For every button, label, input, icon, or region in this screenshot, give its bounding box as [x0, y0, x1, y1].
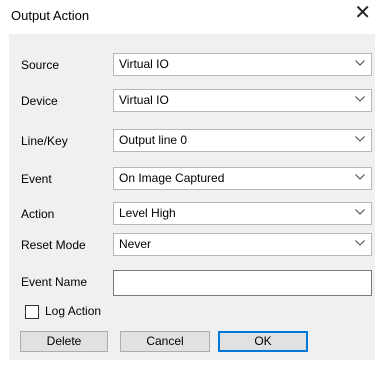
chevron-down-icon — [355, 209, 365, 215]
form-panel: Source Virtual IO Device Virtual IO Line… — [9, 34, 375, 360]
chevron-down-icon — [355, 240, 365, 246]
cancel-button[interactable]: Cancel — [120, 331, 210, 352]
chevron-down-icon — [355, 96, 365, 102]
row-device: Device Virtual IO — [9, 89, 375, 112]
delete-button[interactable]: Delete — [20, 331, 108, 352]
row-reset-mode: Reset Mode Never — [9, 233, 375, 256]
title-bar: Output Action ✕ — [0, 0, 383, 32]
event-name-input[interactable] — [113, 270, 372, 296]
action-select[interactable]: Level High — [113, 202, 372, 225]
row-source: Source Virtual IO — [9, 53, 375, 76]
log-action-checkbox[interactable] — [25, 305, 39, 319]
line-key-value: Output line 0 — [119, 133, 188, 147]
source-select[interactable]: Virtual IO — [113, 53, 372, 76]
output-action-dialog: Output Action ✕ Source Virtual IO Device… — [0, 0, 383, 368]
row-action: Action Level High — [9, 202, 375, 225]
row-event: Event On Image Captured — [9, 167, 375, 190]
chevron-down-icon — [355, 174, 365, 180]
event-label: Event — [21, 172, 52, 186]
source-label: Source — [21, 58, 60, 72]
chevron-down-icon — [355, 136, 365, 142]
log-action-label: Log Action — [45, 304, 102, 318]
event-value: On Image Captured — [119, 171, 225, 185]
line-key-select[interactable]: Output line 0 — [113, 129, 372, 152]
chevron-down-icon — [355, 60, 365, 66]
device-label: Device — [21, 94, 58, 108]
device-select[interactable]: Virtual IO — [113, 89, 372, 112]
close-icon[interactable]: ✕ — [354, 3, 371, 23]
line-key-label: Line/Key — [21, 134, 68, 148]
source-value: Virtual IO — [119, 57, 169, 71]
event-name-label: Event Name — [21, 275, 88, 289]
log-action-option[interactable]: Log Action — [25, 304, 165, 320]
event-select[interactable]: On Image Captured — [113, 167, 372, 190]
ok-button[interactable]: OK — [218, 331, 308, 352]
reset-mode-value: Never — [119, 237, 152, 251]
action-value: Level High — [119, 206, 176, 220]
row-event-name: Event Name — [9, 270, 375, 296]
device-value: Virtual IO — [119, 93, 169, 107]
reset-mode-select[interactable]: Never — [113, 233, 372, 256]
row-line-key: Line/Key Output line 0 — [9, 129, 375, 152]
reset-mode-label: Reset Mode — [21, 238, 86, 252]
action-label: Action — [21, 207, 55, 221]
dialog-title: Output Action — [11, 8, 90, 23]
